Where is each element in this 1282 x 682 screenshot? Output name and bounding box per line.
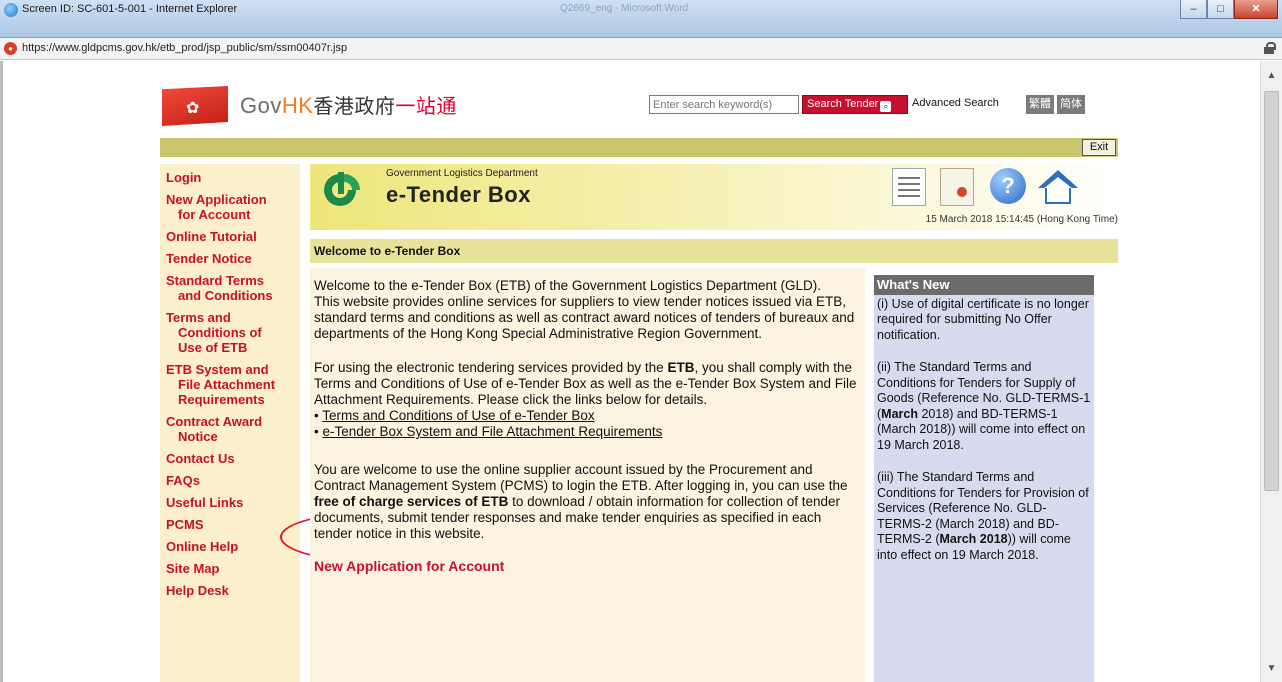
whats-new-heading: What's New (874, 275, 1094, 295)
sidebar-nav: Login New Application for Account Online … (160, 164, 300, 682)
vertical-scrollbar[interactable]: ▲ ▼ (1260, 61, 1282, 682)
url-text[interactable]: https://www.gldpcms.gov.hk/etb_prod/jsp_… (22, 42, 347, 54)
window-titlebar: Screen ID: SC-601-5-001 - Internet Explo… (0, 0, 1282, 38)
sidebar-item-login[interactable]: Login (160, 170, 300, 185)
whats-new-item: (iii) The Standard Terms and Conditions … (874, 468, 1094, 563)
home-icon[interactable] (1038, 168, 1078, 206)
whats-new-item: (i) Use of digital certificate is no lon… (877, 296, 1089, 342)
etb-banner: Government Logistics Department e-Tender… (310, 164, 1118, 230)
search-tender-button[interactable]: Search Tender ⌕ (802, 95, 908, 114)
lock-icon[interactable] (1264, 42, 1276, 54)
account-bold: free of charge services of ETB (314, 494, 509, 509)
sidebar-item-tender-notice[interactable]: Tender Notice (160, 251, 300, 266)
hk-flag-logo[interactable]: ✿ (162, 86, 228, 126)
maximize-button[interactable]: □ (1207, 0, 1234, 19)
exit-bar: Exit (160, 138, 1118, 157)
sidebar-item-online-help[interactable]: Online Help (160, 539, 300, 554)
certificate-icon[interactable] (940, 168, 974, 206)
brand-zh: 香港政府 (313, 96, 396, 118)
minimize-button[interactable]: – (1180, 0, 1207, 19)
item3-bold: March 2018 (939, 532, 1008, 546)
sidebar-item-terms-of-use[interactable]: Terms and Conditions of Use of ETB (160, 310, 300, 355)
sidebar-item-label: Standard Terms (166, 273, 265, 288)
document-icon[interactable] (892, 168, 926, 206)
help-icon[interactable]: ? (990, 168, 1026, 204)
background-window-title: Q2669_eng - Microsoft Word (560, 3, 689, 14)
intro-text: Welcome to the e-Tender Box (ETB) of the… (314, 278, 821, 293)
sidebar-item-online-tutorial[interactable]: Online Tutorial (160, 229, 300, 244)
timestamp: 15 March 2018 15:14:45 (Hong Kong Time) (925, 214, 1118, 225)
system-requirements-link[interactable]: e-Tender Box System and File Attachment … (322, 424, 662, 439)
link-item: • Terms and Conditions of Use of e-Tende… (314, 408, 595, 423)
sidebar-item-contract-award-notice[interactable]: Contract Award Notice (160, 414, 300, 444)
sidebar-item-site-map[interactable]: Site Map (160, 561, 300, 576)
terms-etb: ETB (667, 360, 695, 375)
window-left-edge (0, 61, 3, 682)
terms-text: For using the electronic tendering servi… (314, 360, 668, 375)
sidebar-item-label-cont: and Conditions (178, 288, 273, 303)
sidebar-item-new-application[interactable]: New Application for Account (160, 192, 300, 222)
gld-logo-icon (324, 172, 360, 206)
search-tender-label: Search Tender (807, 98, 879, 110)
window-title: Screen ID: SC-601-5-001 - Internet Explo… (22, 3, 238, 15)
sidebar-item-pcms[interactable]: PCMS (160, 517, 300, 532)
brand-gov: Gov (240, 93, 282, 118)
scroll-down-icon[interactable]: ▼ (1261, 660, 1282, 678)
account-paragraph: You are welcome to use the online suppli… (314, 462, 861, 542)
sidebar-item-useful-links[interactable]: Useful Links (160, 495, 300, 510)
scroll-up-icon[interactable]: ▲ (1261, 67, 1282, 85)
advanced-search-link[interactable]: Advanced Search (912, 97, 999, 109)
sidebar-item-label-cont2: Use of ETB (178, 340, 248, 355)
link-item: • e-Tender Box System and File Attachmen… (314, 424, 663, 439)
terms-of-use-link[interactable]: Terms and Conditions of Use of e-Tender … (322, 408, 594, 423)
sidebar-item-label-cont: File Attachment (178, 377, 276, 392)
sidebar-item-label: Contract Award (166, 414, 263, 429)
page-title: Welcome to e-Tender Box (314, 244, 461, 258)
main-content: Welcome to the e-Tender Box (ETB) of the… (310, 268, 865, 682)
traditional-chinese-button[interactable]: 繁體 (1026, 95, 1054, 114)
bauhinia-icon: ✿ (186, 100, 200, 117)
account-text: You are welcome to use the online suppli… (314, 462, 848, 493)
sidebar-item-label: Terms and (166, 310, 231, 325)
welcome-bar: Welcome to e-Tender Box (310, 239, 1118, 263)
close-button[interactable]: ✕ (1234, 0, 1278, 19)
exit-button[interactable]: Exit (1082, 139, 1116, 156)
etb-title: e-Tender Box (386, 182, 531, 207)
govhk-brand[interactable]: GovHK香港政府一站通 (240, 90, 457, 119)
govhk-header: ✿ GovHK香港政府一站通 Search Tender⌕ Advanced S… (160, 68, 1118, 138)
terms-paragraph: For using the electronic tendering servi… (314, 360, 861, 440)
whats-new-item: (ii) The Standard Terms and Conditions f… (874, 358, 1094, 453)
sidebar-item-help-desk[interactable]: Help Desk (160, 583, 300, 598)
whats-new-panel: What's New (i) Use of digital certificat… (874, 275, 1094, 682)
sidebar-item-etb-system[interactable]: ETB System and File Attachment Requirement… (160, 362, 300, 407)
search-icon: ⌕ (880, 101, 892, 112)
item2-bold: March (881, 406, 918, 421)
simplified-chinese-button[interactable]: 简体 (1057, 95, 1085, 114)
sidebar-item-standard-terms[interactable]: Standard Terms and Conditions (160, 273, 300, 303)
new-application-heading: New Application for Account (314, 558, 505, 574)
scrollbar-thumb[interactable] (1264, 91, 1279, 491)
department-label: Government Logistics Department (386, 168, 538, 179)
sidebar-item-label-cont: Notice (178, 429, 218, 444)
sidebar-item-label-cont: for Account (178, 207, 251, 222)
window-controls: – □ ✕ (1180, 0, 1278, 19)
intro-paragraph: Welcome to the e-Tender Box (ETB) of the… (314, 278, 861, 342)
site-icon: ● (4, 42, 17, 55)
sidebar-item-label-cont: Conditions of (178, 325, 262, 340)
address-bar: ● https://www.gldpcms.gov.hk/etb_prod/js… (0, 38, 1282, 60)
search-input[interactable] (649, 95, 799, 114)
brand-hk: HK (281, 93, 314, 118)
intro-text-2: This website provides online services fo… (314, 294, 855, 341)
sidebar-item-label-cont2: Requirements (178, 392, 265, 407)
ie-icon (4, 3, 18, 17)
sidebar-item-contact-us[interactable]: Contact Us (160, 451, 300, 466)
sidebar-item-label: New Application (166, 192, 267, 207)
sidebar-item-label: ETB System and (166, 362, 269, 377)
sidebar-item-faqs[interactable]: FAQs (160, 473, 300, 488)
brand-zh2: 一站通 (395, 96, 457, 118)
page: ✿ GovHK香港政府一站通 Search Tender⌕ Advanced S… (160, 68, 1118, 682)
